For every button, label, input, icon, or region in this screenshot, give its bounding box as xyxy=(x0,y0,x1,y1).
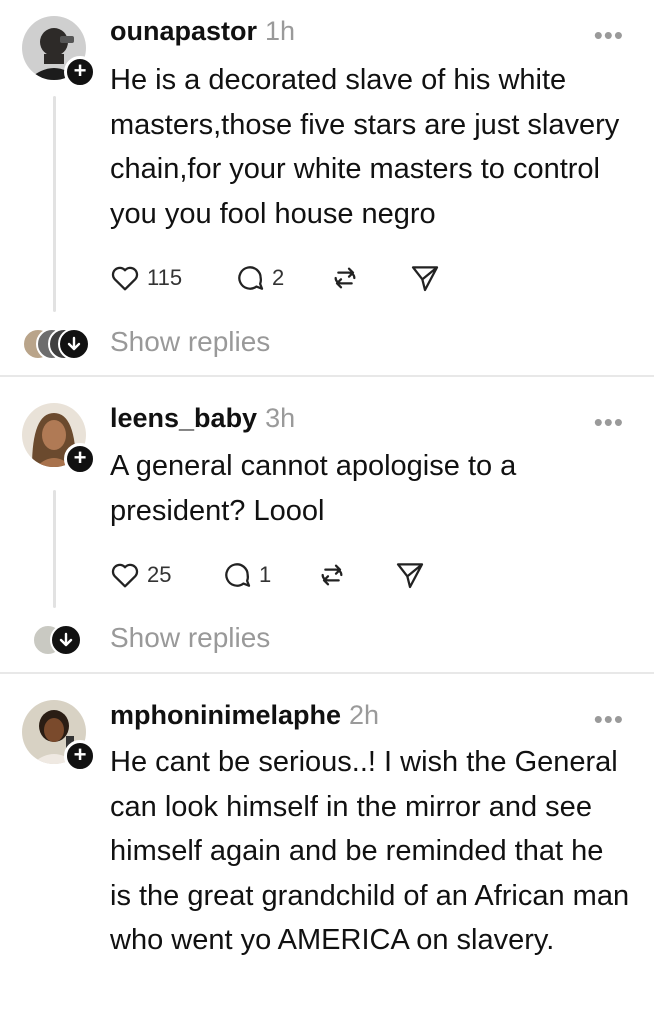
reply-count: 1 xyxy=(259,562,272,587)
expand-replies-icon[interactable] xyxy=(58,328,90,360)
username-text[interactable]: leens_baby xyxy=(110,403,257,433)
more-icon[interactable]: ••• xyxy=(594,22,624,48)
send-icon xyxy=(396,563,424,589)
like-button[interactable]: 25 xyxy=(108,555,171,595)
share-button[interactable] xyxy=(393,555,427,595)
more-icon[interactable]: ••• xyxy=(594,706,624,732)
repost-button[interactable] xyxy=(328,258,362,298)
username[interactable]: leens_baby 3h xyxy=(110,403,295,434)
repost-icon xyxy=(321,564,343,586)
like-count: 25 xyxy=(147,562,172,587)
like-button[interactable]: 115 xyxy=(108,258,182,298)
timestamp: 2h xyxy=(349,700,380,730)
avatar[interactable]: + xyxy=(22,403,96,475)
post-text: A general cannot apologise to a presiden… xyxy=(110,450,517,527)
reply-count: 2 xyxy=(272,265,285,290)
heart-icon xyxy=(111,563,139,588)
show-replies-link[interactable]: Show replies xyxy=(110,326,270,358)
divider xyxy=(0,672,654,674)
action-bar: 25 1 xyxy=(108,555,508,595)
like-count: 115 xyxy=(147,265,183,290)
reply-avatars xyxy=(22,624,92,656)
arrow-down-icon xyxy=(67,336,81,351)
send-icon xyxy=(411,266,439,292)
timestamp: 3h xyxy=(265,403,296,433)
thread-line xyxy=(53,96,56,312)
expand-replies-icon[interactable] xyxy=(50,624,82,656)
follow-plus-icon[interactable]: + xyxy=(64,56,96,88)
arrow-down-icon xyxy=(59,632,73,647)
comment-icon xyxy=(238,266,264,290)
reply-avatars xyxy=(22,328,92,360)
post-text: He is a decorated slave of his white mas… xyxy=(110,64,620,230)
username-text[interactable]: ounapastor xyxy=(110,16,257,46)
repost-button[interactable] xyxy=(315,555,349,595)
reply-button[interactable]: 1 xyxy=(220,555,271,595)
reply-button[interactable]: 2 xyxy=(233,258,284,298)
avatar[interactable]: + xyxy=(22,700,96,772)
thread-line xyxy=(53,490,56,608)
more-icon[interactable]: ••• xyxy=(594,409,624,435)
heart-icon xyxy=(111,266,139,291)
post-text: He cant be serious..! I wish the General… xyxy=(110,746,630,956)
timestamp: 1h xyxy=(265,16,296,46)
repost-icon xyxy=(334,267,356,289)
username[interactable]: ounapastor 1h xyxy=(110,16,295,47)
share-button[interactable] xyxy=(408,258,442,298)
avatar[interactable]: + xyxy=(22,16,96,88)
show-replies-link[interactable]: Show replies xyxy=(110,622,270,654)
username-text[interactable]: mphoninimelaphe xyxy=(110,700,341,730)
follow-plus-icon[interactable]: + xyxy=(64,740,96,772)
comment-icon xyxy=(225,563,251,587)
divider xyxy=(0,375,654,377)
follow-plus-icon[interactable]: + xyxy=(64,443,96,475)
action-bar: 115 2 xyxy=(108,258,508,298)
username[interactable]: mphoninimelaphe 2h xyxy=(110,700,379,731)
